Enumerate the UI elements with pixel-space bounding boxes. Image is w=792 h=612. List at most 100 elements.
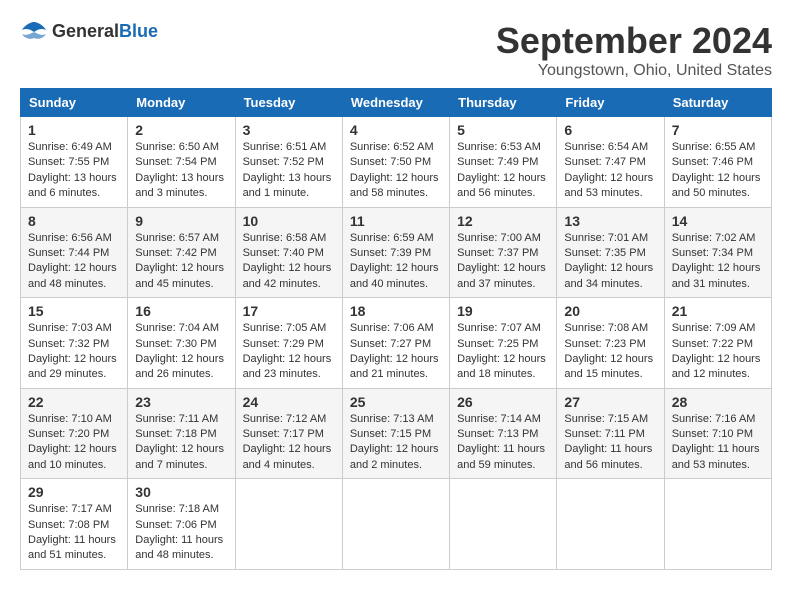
day-number: 2 [135, 122, 227, 138]
day-info: Sunrise: 7:03 AM Sunset: 7:32 PM Dayligh… [28, 321, 120, 383]
sunset-label: Sunset: 7:42 PM [135, 247, 216, 259]
day-info: Sunrise: 7:16 AM Sunset: 7:10 PM Dayligh… [672, 412, 764, 474]
calendar-cell: 3 Sunrise: 6:51 AM Sunset: 7:52 PM Dayli… [235, 117, 342, 208]
sunrise-label: Sunrise: 7:02 AM [672, 232, 756, 244]
calendar-cell [450, 479, 557, 570]
daylight-label: Daylight: 11 hours and 59 minutes. [457, 443, 545, 470]
sunset-label: Sunset: 7:10 PM [672, 428, 753, 440]
calendar-cell: 5 Sunrise: 6:53 AM Sunset: 7:49 PM Dayli… [450, 117, 557, 208]
sunset-label: Sunset: 7:13 PM [457, 428, 538, 440]
day-info: Sunrise: 6:50 AM Sunset: 7:54 PM Dayligh… [135, 140, 227, 202]
day-number: 30 [135, 484, 227, 500]
calendar-cell [342, 479, 449, 570]
sunrise-label: Sunrise: 7:03 AM [28, 322, 112, 334]
daylight-label: Daylight: 12 hours and 12 minutes. [672, 353, 761, 380]
sunset-label: Sunset: 7:34 PM [672, 247, 753, 259]
sunset-label: Sunset: 7:35 PM [564, 247, 645, 259]
calendar-cell: 27 Sunrise: 7:15 AM Sunset: 7:11 PM Dayl… [557, 388, 664, 479]
calendar-cell: 24 Sunrise: 7:12 AM Sunset: 7:17 PM Dayl… [235, 388, 342, 479]
day-info: Sunrise: 7:04 AM Sunset: 7:30 PM Dayligh… [135, 321, 227, 383]
location-title: Youngstown, Ohio, United States [496, 62, 772, 80]
sunrise-label: Sunrise: 7:17 AM [28, 503, 112, 515]
sunrise-label: Sunrise: 6:49 AM [28, 141, 112, 153]
day-info: Sunrise: 6:52 AM Sunset: 7:50 PM Dayligh… [350, 140, 442, 202]
sunset-label: Sunset: 7:17 PM [243, 428, 324, 440]
calendar-cell: 28 Sunrise: 7:16 AM Sunset: 7:10 PM Dayl… [664, 388, 771, 479]
sunrise-label: Sunrise: 6:58 AM [243, 232, 327, 244]
sunset-label: Sunset: 7:11 PM [564, 428, 645, 440]
day-number: 12 [457, 213, 549, 229]
daylight-label: Daylight: 12 hours and 18 minutes. [457, 353, 546, 380]
daylight-label: Daylight: 12 hours and 23 minutes. [243, 353, 332, 380]
sunrise-label: Sunrise: 6:59 AM [350, 232, 434, 244]
day-number: 10 [243, 213, 335, 229]
daylight-label: Daylight: 12 hours and 50 minutes. [672, 172, 761, 199]
calendar-cell: 30 Sunrise: 7:18 AM Sunset: 7:06 PM Dayl… [128, 479, 235, 570]
weekday-header-monday: Monday [128, 89, 235, 117]
day-number: 17 [243, 303, 335, 319]
day-number: 11 [350, 213, 442, 229]
day-number: 1 [28, 122, 120, 138]
daylight-label: Daylight: 13 hours and 1 minute. [243, 172, 332, 199]
day-info: Sunrise: 7:12 AM Sunset: 7:17 PM Dayligh… [243, 412, 335, 474]
day-number: 22 [28, 394, 120, 410]
day-number: 25 [350, 394, 442, 410]
daylight-label: Daylight: 12 hours and 56 minutes. [457, 172, 546, 199]
daylight-label: Daylight: 11 hours and 56 minutes. [564, 443, 652, 470]
day-number: 27 [564, 394, 656, 410]
day-info: Sunrise: 7:08 AM Sunset: 7:23 PM Dayligh… [564, 321, 656, 383]
calendar-cell: 6 Sunrise: 6:54 AM Sunset: 7:47 PM Dayli… [557, 117, 664, 208]
sunrise-label: Sunrise: 6:57 AM [135, 232, 219, 244]
calendar-cell: 8 Sunrise: 6:56 AM Sunset: 7:44 PM Dayli… [21, 207, 128, 298]
calendar-week-row: 15 Sunrise: 7:03 AM Sunset: 7:32 PM Dayl… [21, 298, 772, 389]
sunset-label: Sunset: 7:52 PM [243, 156, 324, 168]
daylight-label: Daylight: 12 hours and 53 minutes. [564, 172, 653, 199]
daylight-label: Daylight: 12 hours and 21 minutes. [350, 353, 439, 380]
daylight-label: Daylight: 12 hours and 10 minutes. [28, 443, 117, 470]
sunrise-label: Sunrise: 6:51 AM [243, 141, 327, 153]
daylight-label: Daylight: 12 hours and 29 minutes. [28, 353, 117, 380]
day-number: 7 [672, 122, 764, 138]
day-info: Sunrise: 7:17 AM Sunset: 7:08 PM Dayligh… [28, 502, 120, 564]
sunset-label: Sunset: 7:25 PM [457, 338, 538, 350]
weekday-header-tuesday: Tuesday [235, 89, 342, 117]
daylight-label: Daylight: 12 hours and 4 minutes. [243, 443, 332, 470]
day-number: 28 [672, 394, 764, 410]
day-number: 6 [564, 122, 656, 138]
sunset-label: Sunset: 7:37 PM [457, 247, 538, 259]
day-number: 19 [457, 303, 549, 319]
day-info: Sunrise: 6:54 AM Sunset: 7:47 PM Dayligh… [564, 140, 656, 202]
weekday-header-wednesday: Wednesday [342, 89, 449, 117]
sunset-label: Sunset: 7:39 PM [350, 247, 431, 259]
sunset-label: Sunset: 7:15 PM [350, 428, 431, 440]
calendar-cell: 7 Sunrise: 6:55 AM Sunset: 7:46 PM Dayli… [664, 117, 771, 208]
calendar-cell: 15 Sunrise: 7:03 AM Sunset: 7:32 PM Dayl… [21, 298, 128, 389]
sunset-label: Sunset: 7:40 PM [243, 247, 324, 259]
day-info: Sunrise: 7:10 AM Sunset: 7:20 PM Dayligh… [28, 412, 120, 474]
daylight-label: Daylight: 12 hours and 40 minutes. [350, 262, 439, 289]
day-info: Sunrise: 6:51 AM Sunset: 7:52 PM Dayligh… [243, 140, 335, 202]
logo: GeneralBlue [20, 20, 158, 42]
daylight-label: Daylight: 11 hours and 53 minutes. [672, 443, 760, 470]
sunset-label: Sunset: 7:44 PM [28, 247, 109, 259]
day-number: 14 [672, 213, 764, 229]
sunrise-label: Sunrise: 7:18 AM [135, 503, 219, 515]
daylight-label: Daylight: 12 hours and 31 minutes. [672, 262, 761, 289]
sunrise-label: Sunrise: 7:10 AM [28, 413, 112, 425]
daylight-label: Daylight: 12 hours and 45 minutes. [135, 262, 224, 289]
day-number: 26 [457, 394, 549, 410]
day-number: 4 [350, 122, 442, 138]
day-info: Sunrise: 6:57 AM Sunset: 7:42 PM Dayligh… [135, 231, 227, 293]
sunrise-label: Sunrise: 6:50 AM [135, 141, 219, 153]
sunrise-label: Sunrise: 7:11 AM [135, 413, 218, 425]
sunrise-label: Sunrise: 7:04 AM [135, 322, 219, 334]
sunset-label: Sunset: 7:47 PM [564, 156, 645, 168]
day-number: 29 [28, 484, 120, 500]
day-number: 16 [135, 303, 227, 319]
day-number: 20 [564, 303, 656, 319]
page-header: GeneralBlue September 2024 Youngstown, O… [20, 20, 772, 80]
day-info: Sunrise: 6:53 AM Sunset: 7:49 PM Dayligh… [457, 140, 549, 202]
daylight-label: Daylight: 13 hours and 3 minutes. [135, 172, 224, 199]
day-info: Sunrise: 7:07 AM Sunset: 7:25 PM Dayligh… [457, 321, 549, 383]
day-info: Sunrise: 7:09 AM Sunset: 7:22 PM Dayligh… [672, 321, 764, 383]
